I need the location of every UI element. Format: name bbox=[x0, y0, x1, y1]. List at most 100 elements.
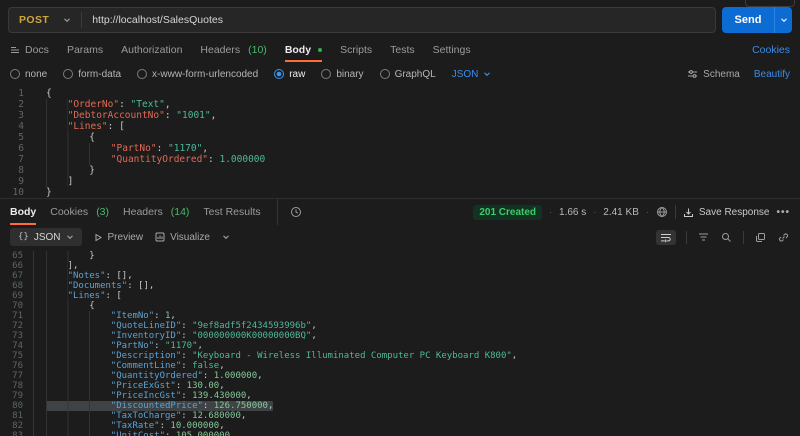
tab-tests[interactable]: Tests bbox=[390, 38, 415, 62]
tab-settings[interactable]: Settings bbox=[433, 38, 471, 62]
radio-icon-selected bbox=[274, 69, 284, 79]
tab-label: Authorization bbox=[121, 44, 182, 56]
send-options-button[interactable] bbox=[774, 7, 792, 33]
code-line: 70{ bbox=[0, 301, 800, 311]
line-number: 71 bbox=[0, 311, 34, 321]
status-badge: 201 Created bbox=[473, 205, 542, 220]
code-line: 78"PriceExGst": 130.00, bbox=[0, 381, 800, 391]
cookies-link[interactable]: Cookies bbox=[752, 44, 790, 56]
radio-icon bbox=[321, 69, 331, 79]
code-line: 8} bbox=[0, 165, 800, 176]
code-line: 69"Lines": [ bbox=[0, 291, 800, 301]
line-number: 79 bbox=[0, 391, 34, 401]
body-modified-dot bbox=[318, 48, 322, 52]
chevron-down-icon bbox=[483, 70, 491, 78]
code-line: 74"PartNo": "1170", bbox=[0, 341, 800, 351]
line-number: 74 bbox=[0, 341, 34, 351]
radio-none[interactable]: none bbox=[10, 69, 47, 80]
code-line: 10} bbox=[0, 187, 800, 198]
line-number: 77 bbox=[0, 371, 34, 381]
response-section: Body Cookies (3) Headers (14) Test Resul… bbox=[0, 198, 800, 249]
beautify-button[interactable]: Beautify bbox=[754, 69, 790, 80]
code-line: 80"DiscountedPrice": 126.750000, bbox=[0, 401, 800, 411]
line-number: 73 bbox=[0, 331, 34, 341]
radio-graphql[interactable]: GraphQL bbox=[380, 69, 436, 80]
response-format-select[interactable]: {} JSON bbox=[10, 228, 82, 246]
response-history-button[interactable] bbox=[277, 199, 302, 225]
visualize-icon bbox=[155, 232, 165, 242]
line-number: 72 bbox=[0, 321, 34, 331]
tab-docs[interactable]: Docs bbox=[10, 38, 49, 62]
code-line: 73"InventoryID": "000000000K00000000BQ", bbox=[0, 331, 800, 341]
code-line: 66], bbox=[0, 261, 800, 271]
tab-body[interactable]: Body bbox=[285, 38, 322, 62]
response-tabs: Body Cookies (3) Headers (14) Test Resul… bbox=[0, 199, 800, 225]
visualize-button[interactable]: Visualize bbox=[155, 232, 210, 243]
code-line: 2"OrderNo": "Text", bbox=[0, 99, 800, 110]
line-number: 5 bbox=[0, 132, 34, 143]
tab-response-cookies[interactable]: Cookies (3) bbox=[50, 199, 109, 225]
search-icon[interactable] bbox=[720, 231, 733, 244]
line-number: 68 bbox=[0, 281, 34, 291]
format-options-chevron[interactable] bbox=[222, 233, 230, 241]
preview-button[interactable]: Preview bbox=[94, 232, 144, 243]
radio-icon bbox=[10, 69, 20, 79]
play-icon bbox=[94, 233, 103, 242]
network-globe-icon[interactable] bbox=[656, 206, 668, 218]
tab-test-results[interactable]: Test Results bbox=[203, 199, 260, 225]
request-tabs: Docs Params Authorization Headers (10) B… bbox=[0, 38, 800, 62]
code-line: 76"CommentLine": false, bbox=[0, 361, 800, 371]
response-headers-count: (14) bbox=[171, 206, 190, 218]
line-number: 69 bbox=[0, 291, 34, 301]
sliders-icon bbox=[687, 69, 698, 79]
headers-count: (10) bbox=[248, 44, 267, 56]
more-actions-button[interactable]: ••• bbox=[776, 207, 790, 218]
response-toolbar: {} JSON Preview Visualize bbox=[0, 225, 800, 249]
schema-button[interactable]: Schema bbox=[687, 69, 740, 80]
tab-scripts[interactable]: Scripts bbox=[340, 38, 372, 62]
code-line: 7"QuantityOrdered": 1.000000 bbox=[0, 154, 800, 165]
cropped-panel-edge bbox=[745, 0, 795, 7]
tab-response-headers[interactable]: Headers (14) bbox=[123, 199, 189, 225]
line-number: 65 bbox=[0, 251, 34, 261]
radio-form-data[interactable]: form-data bbox=[63, 69, 121, 80]
code-line: 67"Notes": [], bbox=[0, 271, 800, 281]
raw-format-select[interactable]: JSON bbox=[452, 69, 492, 80]
line-number: 7 bbox=[0, 154, 34, 165]
method-select[interactable]: POST bbox=[9, 14, 81, 26]
tab-label: Params bbox=[67, 44, 103, 56]
radio-urlencoded[interactable]: x-www-form-urlencoded bbox=[137, 69, 258, 80]
tab-params[interactable]: Params bbox=[67, 38, 103, 62]
line-number: 2 bbox=[0, 99, 34, 110]
request-body-editor[interactable]: 1{2"OrderNo": "Text",3"DebtorAccountNo":… bbox=[0, 86, 800, 198]
save-response-button[interactable]: Save Response bbox=[683, 207, 770, 218]
line-number: 80 bbox=[0, 401, 34, 411]
line-number: 67 bbox=[0, 271, 34, 281]
tab-response-body[interactable]: Body bbox=[10, 199, 36, 225]
tab-label: Body bbox=[285, 44, 311, 56]
line-number: 82 bbox=[0, 421, 34, 431]
url-input[interactable]: http://localhost/SalesQuotes bbox=[82, 14, 223, 26]
send-button[interactable]: Send bbox=[722, 7, 774, 33]
line-number: 70 bbox=[0, 301, 34, 311]
line-number: 9 bbox=[0, 176, 34, 187]
tab-headers[interactable]: Headers (10) bbox=[200, 38, 266, 62]
chevron-down-icon bbox=[63, 16, 71, 24]
line-number: 81 bbox=[0, 411, 34, 421]
code-line: 1{ bbox=[0, 88, 800, 99]
json-braces-icon: {} bbox=[18, 232, 29, 242]
response-time: 1.66 s bbox=[559, 207, 586, 218]
code-line: 82"TaxRate": 10.000000, bbox=[0, 421, 800, 431]
radio-binary[interactable]: binary bbox=[321, 69, 363, 80]
filter-icon[interactable] bbox=[697, 231, 710, 243]
link-icon[interactable] bbox=[777, 231, 790, 244]
tab-authorization[interactable]: Authorization bbox=[121, 38, 182, 62]
wrap-text-button[interactable] bbox=[656, 230, 676, 245]
copy-icon[interactable] bbox=[754, 231, 767, 244]
request-url-bar: POST http://localhost/SalesQuotes bbox=[8, 7, 716, 33]
response-body-viewer[interactable]: 65}66],67"Notes": [],68"Documents": [],6… bbox=[0, 249, 800, 436]
line-number: 3 bbox=[0, 110, 34, 121]
code-line: 68"Documents": [], bbox=[0, 281, 800, 291]
radio-raw[interactable]: raw bbox=[274, 69, 305, 80]
line-number: 1 bbox=[0, 88, 34, 99]
